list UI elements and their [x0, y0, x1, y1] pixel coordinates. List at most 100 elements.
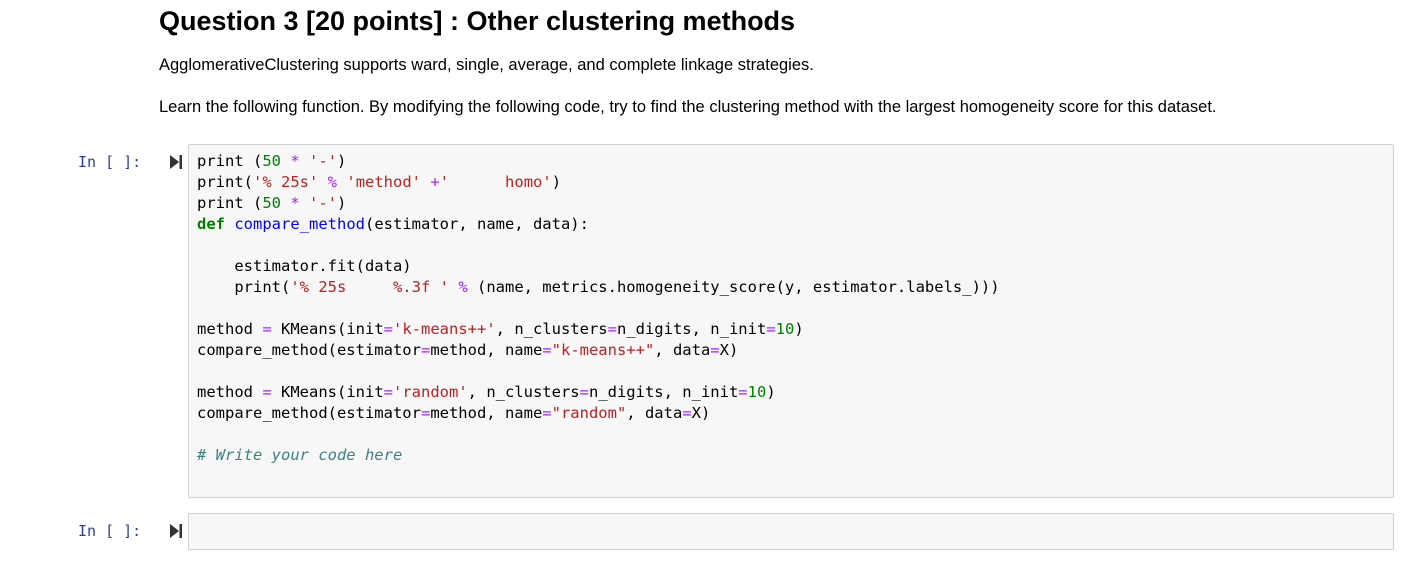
- code-token: X): [691, 404, 711, 422]
- run-cell-icon[interactable]: [170, 524, 182, 538]
- run-cell-icon[interactable]: [170, 155, 182, 169]
- code-line: method = KMeans(init='random', n_cluster…: [197, 382, 1000, 403]
- code-token: '% 25s %.3f ': [290, 278, 449, 296]
- code-token: =: [542, 404, 552, 422]
- code-token: '-': [309, 194, 338, 212]
- code-line: # Write your code here: [197, 445, 1000, 466]
- code-token: =: [579, 383, 589, 401]
- code-line: estimator.fit(data): [197, 256, 1000, 277]
- code-token: , n_clusters: [495, 320, 608, 338]
- code-line: print('% 25s' % 'method' +' homo'): [197, 172, 1000, 193]
- code-token: print (: [197, 194, 263, 212]
- code-line: compare_method(estimator=method, name="r…: [197, 403, 1000, 424]
- code-line: print (50 * '-'): [197, 193, 1000, 214]
- code-token: method: [197, 383, 263, 401]
- code-token: print(: [197, 173, 253, 191]
- code-token: n_digits, n_init: [616, 320, 767, 338]
- code-token: 'method': [346, 173, 422, 191]
- code-token: ): [551, 173, 562, 191]
- code-token: compare_method(estimator: [197, 404, 421, 422]
- code-token: n_digits, n_init: [588, 383, 739, 401]
- code-token: *: [290, 194, 300, 212]
- code-token: '-': [309, 152, 338, 170]
- code-token: =: [738, 383, 748, 401]
- code-token: X): [719, 341, 739, 359]
- code-token: *: [290, 152, 300, 170]
- code-token: =: [420, 404, 431, 422]
- code-token: # Write your code here: [197, 446, 403, 464]
- code-token: =: [682, 404, 692, 422]
- code-token: %: [458, 278, 468, 296]
- code-token: , data: [626, 404, 683, 422]
- cell-1-prompt: In [ ]:: [78, 153, 142, 171]
- code-token: 50: [262, 194, 281, 212]
- code-line: compare_method(estimator=method, name="k…: [197, 340, 1000, 361]
- code-cell-2[interactable]: [188, 513, 1394, 550]
- code-line: print('% 25s %.3f ' % (name, metrics.hom…: [197, 277, 1000, 298]
- code-token: ): [794, 320, 804, 338]
- code-token: method, name: [430, 404, 543, 422]
- markdown-paragraph-2: Learn the following function. By modifyi…: [159, 98, 1217, 116]
- question-heading: Question 3 [20 points] : Other clusterin…: [159, 6, 796, 36]
- markdown-paragraph-1: AgglomerativeClustering supports ward, s…: [159, 56, 814, 74]
- code-token: ): [337, 152, 347, 170]
- code-token: 'k-means++': [393, 320, 496, 338]
- code-token: KMeans(init: [271, 320, 384, 338]
- code-token: 10: [775, 320, 795, 338]
- code-token: "random": [551, 404, 627, 422]
- code-token: 'random': [393, 383, 468, 401]
- code-editor[interactable]: print (50 * '-') print('% 25s' % 'method'…: [197, 151, 1000, 466]
- code-token: def: [197, 215, 225, 233]
- code-line: print (50 * '-'): [197, 151, 1000, 172]
- code-token: "k-means++": [551, 341, 655, 359]
- code-token: =: [542, 341, 552, 359]
- code-token: '% 25s': [253, 173, 319, 191]
- code-token: ' homo': [439, 173, 552, 191]
- code-token: =: [766, 320, 776, 338]
- code-token: print(: [197, 278, 291, 296]
- code-token: =: [262, 383, 272, 401]
- code-token: estimator.fit(data): [197, 257, 412, 275]
- markdown-cell: Question 3 [20 points] : Other clusterin…: [159, 6, 795, 37]
- code-token: print (: [197, 152, 263, 170]
- code-token: , n_clusters: [467, 383, 580, 401]
- code-token: =: [383, 320, 393, 338]
- code-token: compare_method(estimator: [197, 341, 421, 359]
- code-token: ): [337, 194, 347, 212]
- markdown-paragraph-2-wrap: Learn the following function. By modifyi…: [159, 98, 1217, 117]
- code-token: , data: [654, 341, 711, 359]
- code-token: (name, metrics.homogeneity_score(y, esti…: [467, 278, 1000, 296]
- markdown-paragraph-1-wrap: AgglomerativeClustering supports ward, s…: [159, 56, 814, 75]
- code-token: ): [766, 383, 776, 401]
- code-line: def compare_method(estimator, name, data…: [197, 214, 1000, 235]
- code-token: +: [430, 173, 440, 191]
- code-token: =: [383, 383, 393, 401]
- code-line: method = KMeans(init='k-means++', n_clus…: [197, 319, 1000, 340]
- code-token: compare_method: [234, 215, 365, 233]
- code-token: =: [262, 320, 272, 338]
- code-token: method, name: [430, 341, 543, 359]
- code-cell-1[interactable]: print (50 * '-') print('% 25s' % 'method'…: [188, 144, 1394, 498]
- cell-2-prompt: In [ ]:: [78, 522, 142, 540]
- code-token: (estimator, name, data):: [365, 215, 589, 233]
- code-token: method: [197, 320, 263, 338]
- code-token: 10: [747, 383, 767, 401]
- code-token: KMeans(init: [271, 383, 384, 401]
- code-token: %: [327, 173, 338, 191]
- code-token: =: [420, 341, 431, 359]
- code-token: =: [710, 341, 720, 359]
- code-token: =: [607, 320, 617, 338]
